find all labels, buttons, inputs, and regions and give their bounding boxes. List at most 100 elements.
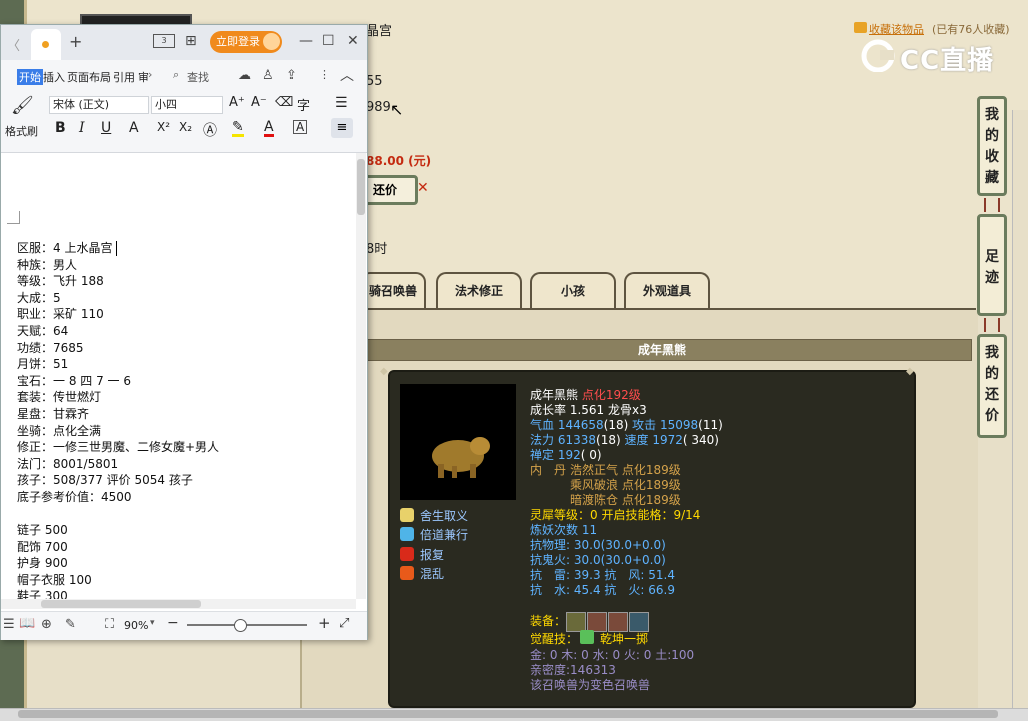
text-effect-icon[interactable]: A: [129, 120, 139, 136]
doc-line: 月饼：51: [17, 357, 69, 372]
search-icon[interactable]: ⌕: [173, 68, 179, 82]
user-share-icon[interactable]: ♙: [262, 68, 274, 83]
time-fragment: 8时: [366, 242, 388, 257]
font-color-icon[interactable]: A: [264, 120, 274, 137]
folder-star-icon[interactable]: [854, 22, 867, 33]
ribbon-tab-references[interactable]: 引用: [113, 69, 135, 85]
doc-line: 孩子：508/377 评价 5054 孩子: [17, 473, 193, 488]
zoom-level[interactable]: 90%: [124, 619, 148, 632]
resist-ghostfire: 抗鬼火: 30.0(30.0+0.0): [530, 553, 666, 567]
cc-live-logo: CC直播: [900, 46, 995, 76]
server-name-fragment: 晶宫: [366, 24, 393, 39]
zoom-dropdown-icon[interactable]: ▾: [150, 618, 155, 628]
text-cursor: [116, 241, 117, 256]
mouse-cursor-icon: ↖: [390, 100, 404, 119]
clear-format-icon[interactable]: ⌫: [275, 95, 293, 110]
pet-skill-item[interactable]: 报复: [400, 546, 444, 564]
doc-horizontal-scroll-thumb[interactable]: [41, 600, 201, 608]
screen-layout-icon[interactable]: 3: [153, 34, 175, 48]
collapse-ribbon-icon[interactable]: ︿: [340, 65, 354, 85]
increase-font-icon[interactable]: A⁺: [229, 95, 245, 110]
bear-icon: [432, 437, 490, 478]
format-painter-icon[interactable]: 🖌: [11, 95, 34, 116]
web-view-icon[interactable]: ⊕: [41, 617, 52, 632]
fullscreen-icon[interactable]: ⤢: [339, 616, 349, 631]
pet-skill-item[interactable]: 混乱: [400, 565, 444, 583]
tab-children[interactable]: 小孩: [530, 272, 616, 308]
ribbon-tab-layout[interactable]: 页面布局: [67, 69, 111, 85]
back-arrow-icon[interactable]: 〈: [7, 35, 20, 54]
doc-line: 配饰 700: [17, 539, 68, 554]
font-size-select[interactable]: 小四: [151, 96, 223, 114]
share-icon[interactable]: ⇪: [286, 68, 297, 83]
outline-view-icon[interactable]: ☰: [3, 617, 15, 632]
search-button[interactable]: 查找: [187, 69, 209, 85]
doc-line: 底子参考价值：4500: [17, 489, 132, 504]
format-painter-button[interactable]: 格式刷: [5, 123, 38, 139]
equip-slot-icon[interactable]: [566, 612, 586, 632]
italic-icon[interactable]: I: [79, 120, 85, 136]
subscript-icon[interactable]: X₂: [179, 120, 192, 134]
font-name-select[interactable]: 宋体 (正文): [49, 96, 149, 114]
pet-skill-item[interactable]: 倍道兼行: [400, 526, 468, 544]
more-icon[interactable]: ⋮: [319, 68, 330, 81]
ribbon-tab-insert[interactable]: 插入: [43, 69, 65, 85]
zoom-in-button[interactable]: +: [318, 614, 331, 632]
button-connector: [984, 318, 1000, 332]
zoom-out-button[interactable]: −: [167, 615, 179, 631]
favorite-link[interactable]: 收藏该物品: [869, 21, 924, 37]
price-label: 88.00 (元): [366, 154, 432, 168]
tab-pets[interactable]: 骑召唤兽: [360, 272, 426, 308]
footprint-button[interactable]: 足迹: [977, 214, 1007, 316]
align-left-icon[interactable]: ≡: [331, 118, 353, 138]
doc-line: 天赋：64: [17, 323, 69, 338]
cc-logo-icon: [860, 38, 900, 73]
new-tab-button[interactable]: +: [69, 32, 82, 51]
fit-page-icon[interactable]: ⛶: [105, 617, 114, 632]
zoom-slider[interactable]: [187, 624, 307, 626]
my-counter-offers-button[interactable]: 我的还价: [977, 334, 1007, 438]
superscript-icon[interactable]: X²: [157, 120, 170, 134]
document-body[interactable]: 区服：4 上水晶宫 种族：男人 等级：飞升 188 大成：5 职业：采矿 110…: [17, 240, 347, 605]
pen-icon[interactable]: ✎: [65, 617, 76, 632]
doc-line: 套装：传世燃灯: [17, 390, 102, 405]
zoom-slider-handle[interactable]: [234, 619, 247, 632]
page-vertical-scrollbar[interactable]: [1012, 110, 1028, 708]
underline-icon[interactable]: U: [101, 120, 111, 136]
tab-spell-correction[interactable]: 法术修正: [436, 272, 522, 308]
skill-icon: [400, 547, 414, 561]
cloud-icon[interactable]: ☁: [238, 68, 251, 83]
highlight-icon[interactable]: ✎: [232, 120, 244, 137]
chevron-right-icon[interactable]: ›: [148, 68, 152, 81]
awaken-skill: 乾坤一掷: [600, 632, 649, 646]
pet-growth: 成长率 1.561 龙骨x3: [530, 403, 647, 417]
close-x-icon[interactable]: ✕: [417, 180, 429, 196]
bullet-list-icon[interactable]: ☰: [335, 95, 348, 111]
equip-slot-icon[interactable]: [587, 612, 607, 632]
grid-apps-icon[interactable]: ⊞: [185, 33, 197, 49]
read-view-icon[interactable]: 📖: [19, 616, 35, 631]
favorite-count: (已有76人收藏): [932, 23, 1010, 36]
page-scroll-thumb[interactable]: [18, 710, 998, 718]
char-border-icon[interactable]: A: [293, 120, 308, 134]
pet-skill-item[interactable]: 舍生取义: [400, 507, 468, 525]
ribbon-tab-home[interactable]: 开始: [17, 69, 43, 85]
close-icon[interactable]: ✕: [347, 33, 359, 49]
tab-appearance[interactable]: 外观道具: [624, 272, 710, 308]
char-format-icon[interactable]: Ⓐ: [203, 120, 217, 140]
my-favorites-button[interactable]: 我的收藏: [977, 96, 1007, 196]
phonetic-guide-icon[interactable]: 字: [297, 95, 310, 114]
minimize-icon[interactable]: —: [299, 33, 313, 49]
equip-slot-icon[interactable]: [629, 612, 649, 632]
decrease-font-icon[interactable]: A⁻: [251, 95, 267, 110]
equip-slot-icon[interactable]: [608, 612, 628, 632]
doc-vertical-scroll-thumb[interactable]: [357, 159, 365, 215]
doc-vertical-scrollbar[interactable]: [356, 153, 366, 599]
five-elements: 金: 0 木: 0 水: 0 火: 0 土:100: [530, 648, 695, 662]
bold-icon[interactable]: B: [55, 120, 66, 136]
card-corner-icon: ◆: [906, 366, 914, 377]
neidan-item: 暗渡陈仓 点化189级: [570, 493, 681, 507]
maximize-icon[interactable]: ☐: [322, 33, 335, 49]
lingxi-level: 灵犀等级：0 开启技能格：9/14: [530, 508, 701, 522]
user-avatar-icon[interactable]: [263, 33, 280, 50]
